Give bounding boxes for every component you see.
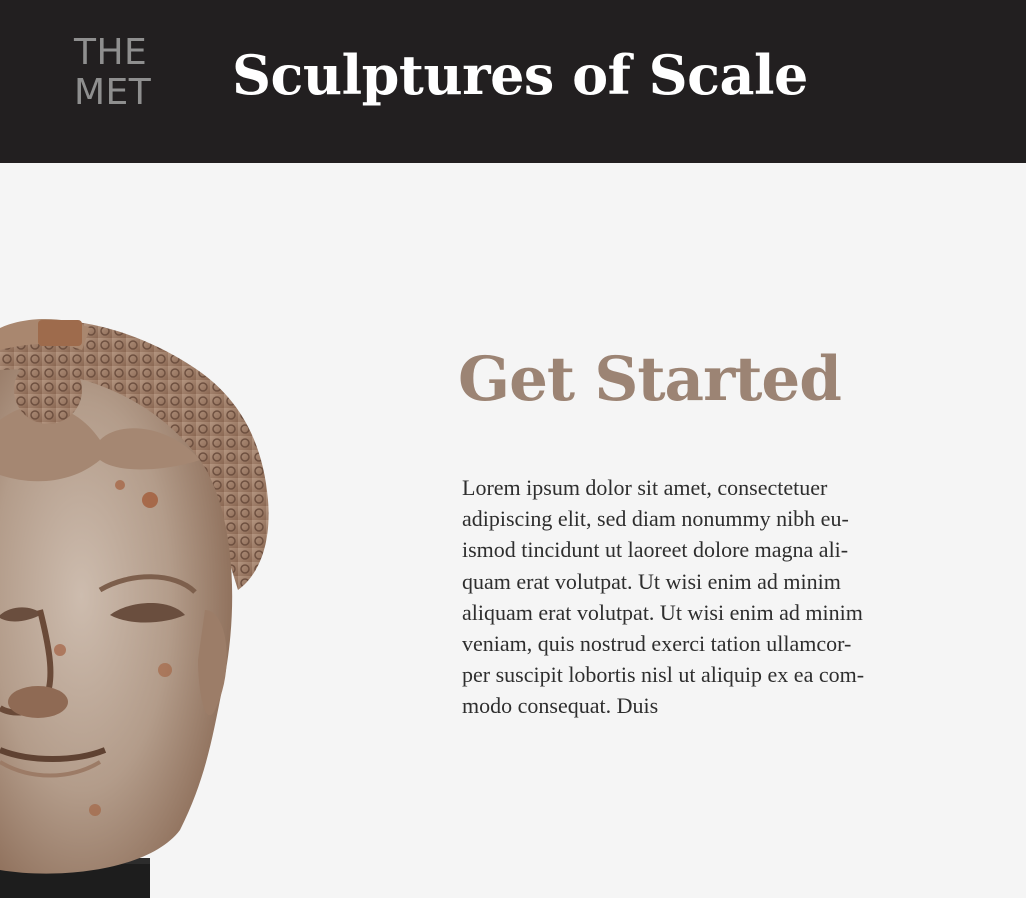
section-heading: Get Started: [458, 344, 842, 415]
page: THE MET Sculptures of Scale Get Started …: [0, 0, 1026, 898]
body-line: adipiscing elit, sed diam nonummy nibh e…: [462, 506, 849, 532]
body-line: modo consequat. Duis: [462, 693, 659, 719]
get-started-section: Get Started Lorem ipsum dolor sit amet, …: [458, 340, 988, 718]
body-line: per suscipit lobortis nisl ut aliquip ex…: [462, 662, 865, 688]
body-line: aliquam erat volutpat. Ut wisi enim ad m…: [462, 599, 863, 625]
body-line: ismod tincidunt ut laoreet dolore magna …: [462, 537, 849, 563]
logo-line-the: THE: [74, 32, 148, 73]
site-title: Sculptures of Scale: [232, 43, 808, 107]
logo-line-met: MET: [74, 72, 152, 113]
sculpture-head-image: [0, 318, 269, 898]
body-line: quam erat volutpat. Ut wisi enim ad mini…: [462, 568, 841, 594]
body-line: Lorem ipsum dolor sit amet, consectetuer: [462, 475, 828, 500]
body-line: veniam, quis nostrud exerci tation ullam…: [462, 631, 852, 657]
body-paragraph: Lorem ipsum dolor sit amet, consectetuer…: [462, 472, 978, 722]
site-header: THE MET Sculptures of Scale: [0, 0, 1026, 163]
met-logo[interactable]: THE MET: [74, 33, 151, 113]
